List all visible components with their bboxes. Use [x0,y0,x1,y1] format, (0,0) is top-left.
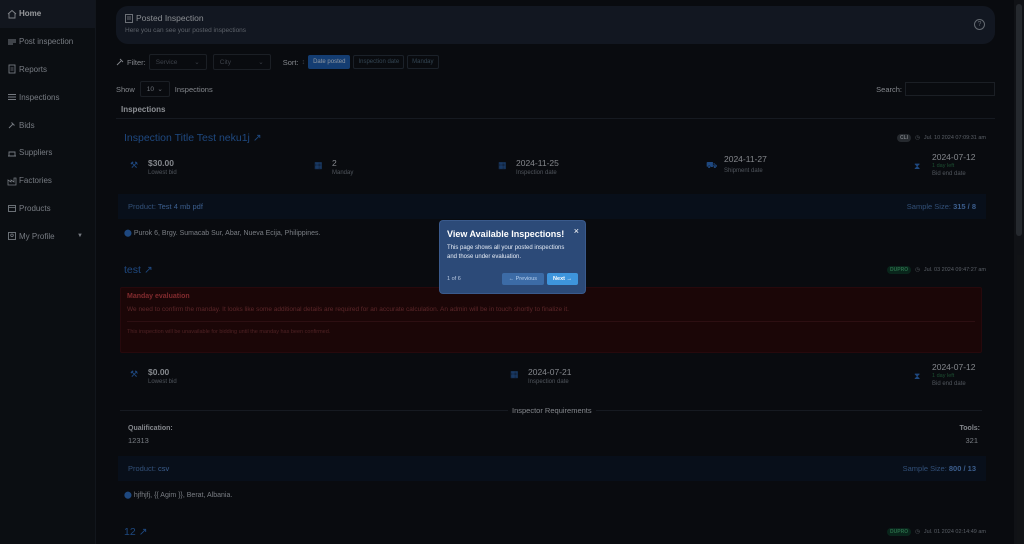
tour-title: View Available Inspections! [447,229,565,239]
app-root: Home Post inspection Reports Inspections… [0,0,1024,544]
tour-step-counter: 1 of 6 [447,276,461,282]
tour-previous-button[interactable]: ← Previous [501,273,545,285]
tour-body: This page shows all your posted inspecti… [447,245,565,260]
tour-popover: View Available Inspections! × This page … [440,221,585,293]
close-icon[interactable]: × [574,226,579,236]
tour-next-button[interactable]: Next → [547,273,578,285]
